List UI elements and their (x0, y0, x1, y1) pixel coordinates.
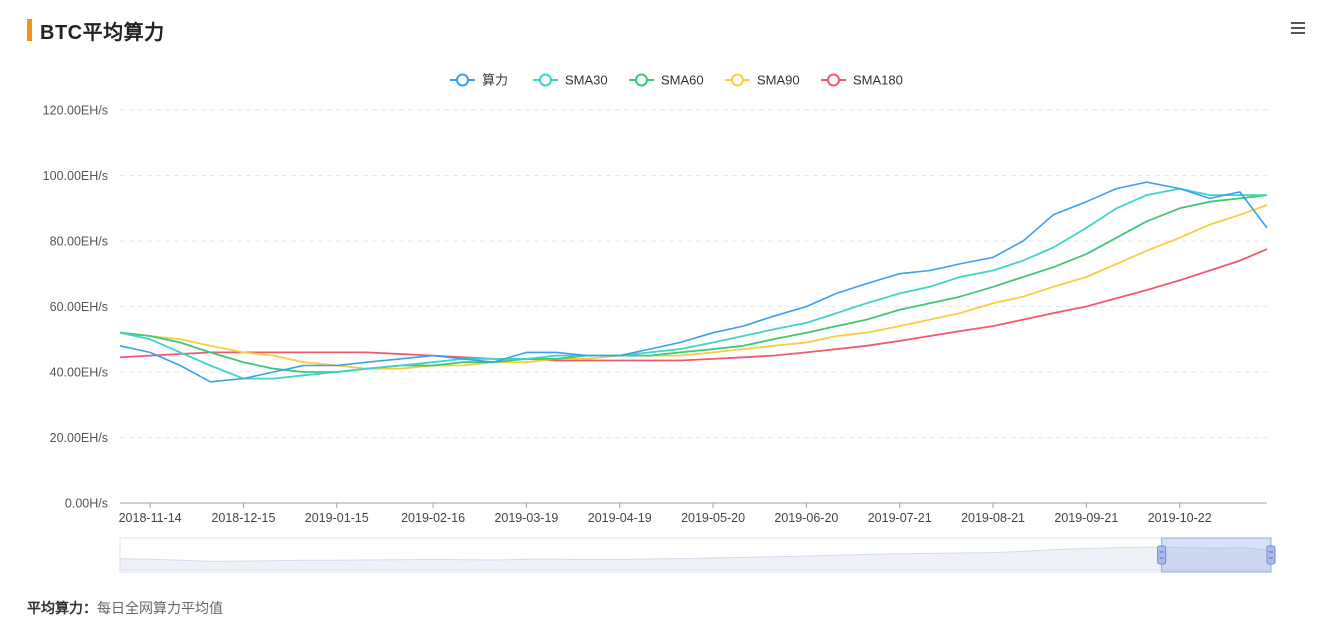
datazoom-handle-left[interactable] (1157, 545, 1167, 565)
datazoom-handle-right[interactable] (1266, 545, 1276, 565)
footnote: 平均算力：每日全网算力平均值 (27, 598, 223, 618)
x-tick-label: 2019-03-19 (494, 511, 558, 525)
y-tick-label: 120.00EH/s (43, 104, 108, 118)
legend-item-sma90[interactable]: SMA90 (725, 73, 800, 88)
legend-label: SMA60 (661, 73, 704, 88)
page-title: BTC平均算力 (40, 21, 165, 44)
legend-item-sma60[interactable]: SMA60 (629, 73, 704, 88)
y-tick-label: 80.00EH/s (50, 235, 108, 249)
footnote-text: 每日全网算力平均值 (97, 600, 223, 616)
y-tick-label: 40.00EH/s (50, 366, 108, 380)
datazoom-window[interactable] (1161, 537, 1272, 573)
legend-label: SMA180 (853, 73, 903, 88)
legend-marker (731, 73, 744, 87)
x-tick-label: 2019-08-21 (961, 511, 1025, 525)
x-tick-label: 2019-05-20 (681, 511, 745, 525)
x-tick-label: 2019-02-16 (401, 511, 465, 525)
legend-item-sma30[interactable]: SMA30 (533, 73, 608, 88)
hashrate-chart: 算力 SMA30 SMA60 SMA90 SMA180 0.00H/s 20.00EH/s 4… (43, 73, 1276, 573)
legend-item-hashrate[interactable]: 算力 (450, 73, 508, 88)
menu-icon[interactable] (1291, 22, 1305, 36)
y-tick-label: 100.00EH/s (43, 169, 108, 183)
y-tick-label: 20.00EH/s (50, 431, 108, 445)
x-tick-label: 2019-10-22 (1148, 511, 1212, 525)
x-tick-label: 2019-06-20 (774, 511, 838, 525)
title-accent-bar (27, 19, 32, 41)
title-bar: BTC平均算力 (27, 17, 165, 44)
legend-marker (827, 73, 840, 87)
x-tick-label: 2019-04-19 (588, 511, 652, 525)
chart-card: BTC平均算力 算力 SMA30 SMA60 SMA90 SMA180 0.00H/s 20… (0, 0, 1317, 629)
legend-label: SMA90 (757, 73, 800, 88)
chart-legend: 算力 SMA30 SMA60 SMA90 SMA180 (450, 73, 903, 88)
series-line-sma180 (119, 248, 1268, 362)
handle-grip (1157, 545, 1167, 565)
legend-item-sma180[interactable]: SMA180 (821, 73, 903, 88)
datazoom-slider[interactable] (119, 537, 1276, 573)
x-tick-label: 2019-01-15 (305, 511, 369, 525)
handle-grip (1266, 545, 1276, 565)
legend-marker (539, 73, 552, 87)
legend-label: 算力 (482, 73, 508, 88)
legend-label: SMA30 (565, 73, 608, 88)
x-tick-label: 2019-07-21 (868, 511, 932, 525)
series-line-sma30 (119, 187, 1267, 380)
y-tick-label: 60.00EH/s (50, 300, 108, 314)
x-tick-label: 2019-09-21 (1054, 511, 1118, 525)
series-line-sma90 (119, 204, 1268, 370)
legend-marker (635, 73, 648, 87)
y-tick-label: 0.00H/s (65, 497, 108, 511)
x-tick-label: 2018-12-15 (211, 511, 275, 525)
x-tick-label: 2018-11-14 (119, 511, 182, 525)
footnote-label: 平均算力： (27, 600, 97, 616)
legend-marker (456, 73, 469, 87)
